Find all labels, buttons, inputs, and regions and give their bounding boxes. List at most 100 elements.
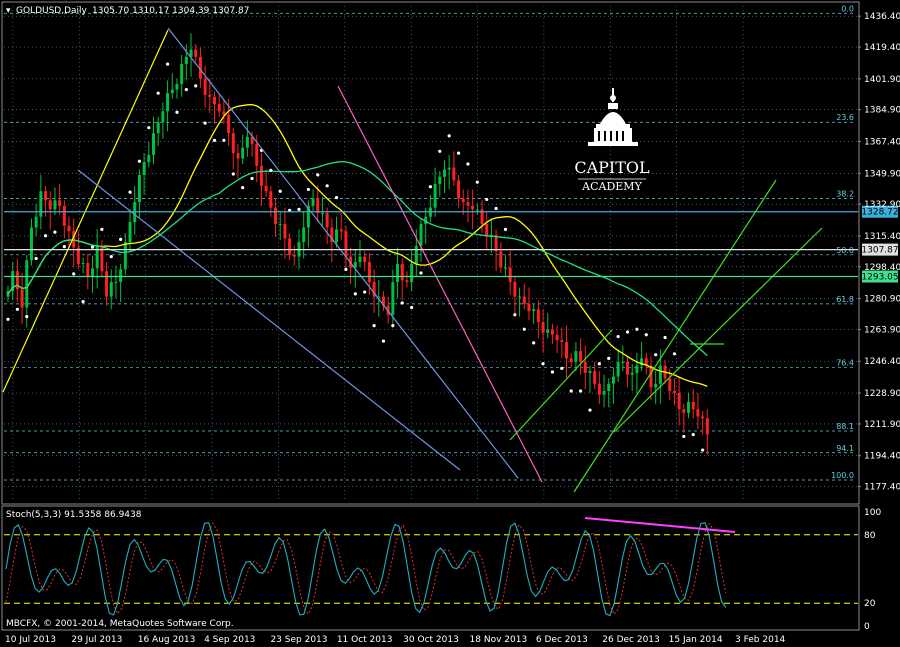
candle-body <box>466 202 470 206</box>
sar-dot <box>475 180 479 184</box>
candle-body <box>184 56 188 65</box>
candle-body <box>705 418 709 435</box>
fib-level-label: 100.0 <box>831 471 854 480</box>
stochastic-header: Stoch(5,3,3) 91.5358 86.9438 <box>6 510 142 520</box>
sar-dot <box>109 255 113 259</box>
sar-dot <box>391 324 395 328</box>
candle-body <box>62 205 66 226</box>
candle-body <box>607 383 611 392</box>
x-tick-label: 26 Dec 2013 <box>602 635 660 645</box>
sar-dot <box>438 149 442 153</box>
stoch-tick-label: 20 <box>864 599 876 609</box>
sar-dot <box>6 317 10 321</box>
chart-symbol: GOLDUSD,Daily <box>16 6 88 16</box>
candle-body <box>410 263 414 283</box>
sar-dot <box>588 408 592 412</box>
sar-dot <box>541 362 545 366</box>
sar-dot <box>532 341 536 345</box>
sar-dot <box>494 206 498 211</box>
candle-body <box>203 78 207 95</box>
x-tick-label: 29 Jul 2013 <box>71 635 122 645</box>
price-label-text: 1293.05 <box>861 273 898 283</box>
candle-body <box>597 383 601 395</box>
sar-dot <box>119 237 123 241</box>
sar-dot <box>635 327 639 331</box>
candle-body <box>687 401 691 413</box>
sar-dot <box>550 370 555 374</box>
candle-body <box>672 391 676 393</box>
y-tick-label: 1263.90 <box>864 325 900 335</box>
fib-level-label: 23.6 <box>836 113 854 122</box>
x-tick-label: 4 Sep 2013 <box>204 635 255 645</box>
sar-dot <box>353 292 357 296</box>
sar-dot <box>466 162 470 166</box>
y-tick-label: 1315.40 <box>864 232 900 242</box>
y-tick-label: 1384.90 <box>864 106 900 116</box>
x-tick-label: 23 Sep 2013 <box>270 635 327 645</box>
candle-body <box>518 296 522 298</box>
menu-triangle-icon[interactable]: ▾ <box>6 6 11 16</box>
sar-dot <box>569 389 573 393</box>
candle-body <box>475 209 479 211</box>
candle-body <box>208 94 212 97</box>
candle-body <box>630 372 634 375</box>
sar-dot <box>578 389 583 393</box>
candle-body <box>391 282 395 315</box>
candle-body <box>358 256 362 263</box>
sar-dot <box>43 234 48 238</box>
candle-body <box>536 309 540 323</box>
y-tick-label: 1349.90 <box>864 169 900 179</box>
candle-body <box>621 361 625 363</box>
candle-body <box>194 49 198 57</box>
candle-body <box>264 185 268 192</box>
candle-body <box>400 263 404 281</box>
candle-body <box>546 329 550 333</box>
candle-body <box>626 361 630 375</box>
candle-body <box>86 262 90 277</box>
sar-dot <box>100 227 104 231</box>
sar-dot <box>137 159 142 163</box>
candle-body <box>658 365 662 384</box>
fib-level-label: 94.1 <box>836 444 854 453</box>
sar-dot <box>306 187 310 192</box>
candle-body <box>137 174 141 203</box>
candle-body <box>419 223 423 246</box>
y-tick-label: 1194.40 <box>864 452 900 462</box>
y-tick-label: 1367.40 <box>864 137 900 147</box>
candle-body <box>457 180 461 199</box>
candle-body <box>278 223 282 225</box>
stoch-tick-label: 0 <box>864 622 870 632</box>
sar-dot <box>485 197 489 202</box>
sar-dot <box>447 134 451 138</box>
fib-level-label: 38.2 <box>836 190 854 199</box>
x-tick-label: 18 Nov 2013 <box>470 635 528 645</box>
sar-dot <box>165 62 170 66</box>
candle-body <box>396 263 400 283</box>
sar-dot <box>62 245 66 249</box>
sar-dot <box>522 327 526 331</box>
candle-body <box>335 229 339 243</box>
candle-body <box>151 133 155 155</box>
candle-body <box>522 296 526 304</box>
candle-body <box>461 198 465 203</box>
y-tick-label: 1332.90 <box>864 200 900 210</box>
candle-body <box>161 111 165 123</box>
sar-dot <box>212 138 217 142</box>
candle-body <box>541 322 545 333</box>
x-tick-label: 16 Aug 2013 <box>138 635 196 645</box>
candle-body <box>147 154 151 163</box>
candle-body <box>274 207 278 224</box>
candle-body <box>532 309 536 312</box>
sar-dot <box>222 138 226 142</box>
candle-body <box>611 376 615 384</box>
candle-body <box>39 191 43 217</box>
candle-body <box>217 104 221 112</box>
candle-body <box>29 227 33 261</box>
candle-body <box>588 371 592 373</box>
chart-ohlc: 1305.70 1310.17 1304.39 1307.87 <box>92 6 249 16</box>
candle-body <box>550 329 554 335</box>
sar-dot <box>456 151 461 155</box>
candle-body <box>438 176 442 184</box>
x-tick-label: 11 Oct 2013 <box>337 635 393 645</box>
candle-body <box>81 262 85 264</box>
